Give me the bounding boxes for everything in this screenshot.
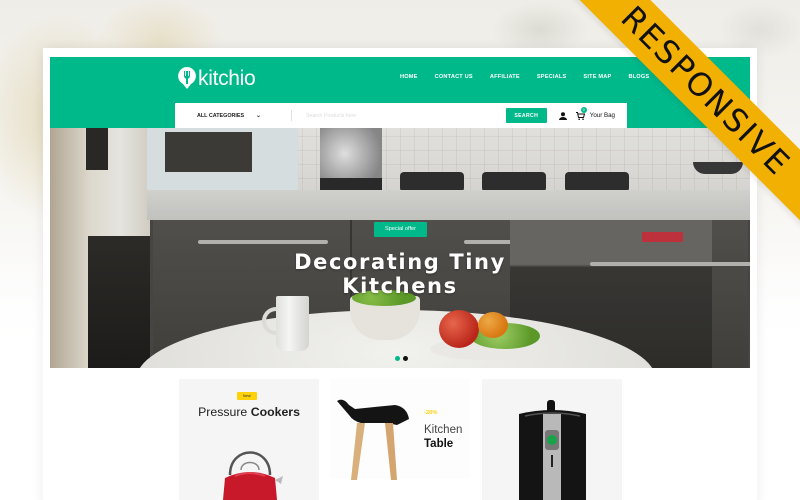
nav-contact-us[interactable]: CONTACT US xyxy=(435,74,473,80)
nav-affiliate[interactable]: AFFILIATE xyxy=(490,74,520,80)
fork-logo-icon xyxy=(178,67,196,89)
discount-label: -20% xyxy=(424,410,438,416)
banner-2-title-light: Kitchen xyxy=(424,424,463,436)
hero-overlay xyxy=(50,128,750,368)
cart-button[interactable]: 0 Your Bag xyxy=(575,106,615,120)
search-bar: ALL CATEGORIES ⌄ SEARCH 0 Your Bag xyxy=(175,103,627,128)
banner-1-title-light: Pressure xyxy=(198,405,248,419)
slider-dot-1[interactable] xyxy=(395,356,400,361)
nav-site-map[interactable]: SITE MAP xyxy=(583,74,611,80)
hero-title: Decorating Tiny Kitchens xyxy=(294,250,506,298)
main-nav: HOME CONTACT US AFFILIATE SPECIALS SITE … xyxy=(400,74,666,80)
category-label: ALL CATEGORIES xyxy=(197,112,245,119)
hero-slider[interactable] xyxy=(50,128,750,368)
chevron-down-icon: ⌄ xyxy=(255,113,261,119)
user-icon[interactable] xyxy=(558,111,567,120)
nav-specials[interactable]: SPECIALS xyxy=(537,74,567,80)
search-button[interactable]: SEARCH xyxy=(505,108,547,123)
slider-dot-2[interactable] xyxy=(403,356,408,361)
slider-dots xyxy=(395,356,408,361)
nav-blogs[interactable]: BLOGS xyxy=(628,74,649,80)
site-logo[interactable]: kitchio xyxy=(178,66,256,90)
nav-home[interactable]: HOME xyxy=(400,74,418,80)
banner-1-title-bold: Cookers xyxy=(250,405,300,419)
your-bag-label: Your Bag xyxy=(589,112,615,119)
beer-dispenser-image xyxy=(519,400,586,500)
cart-count-badge: 0 xyxy=(580,106,587,113)
search-input[interactable] xyxy=(292,103,506,128)
red-kettle-image xyxy=(223,451,283,500)
category-select[interactable]: ALL CATEGORIES ⌄ xyxy=(175,103,285,128)
cart-icon xyxy=(575,111,585,120)
banner-2-title-bold: Table xyxy=(424,438,454,450)
new-badge: New! xyxy=(237,392,257,400)
special-offer-badge: Special offer xyxy=(374,222,427,237)
banner-1-title: Pressure Cookers xyxy=(179,405,319,419)
kitchen-stool-image xyxy=(337,399,409,480)
logo-text: kitchio xyxy=(198,66,256,90)
